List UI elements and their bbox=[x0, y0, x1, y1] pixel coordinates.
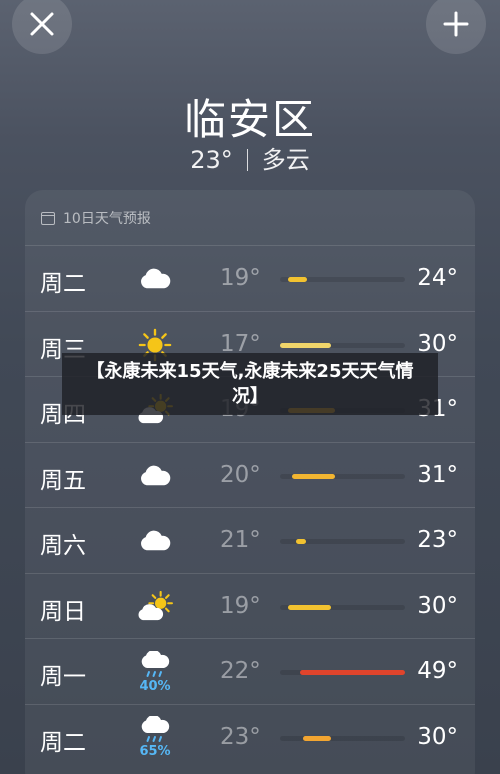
temperature-range-fill bbox=[291, 473, 335, 479]
temperature-range-bar bbox=[280, 670, 405, 675]
title-overlay: 【永康未来15天气,永康未来25天天气情况】 bbox=[62, 353, 438, 415]
forecast-row[interactable]: 周六 21° 23° bbox=[25, 507, 475, 573]
day-label: 周二 bbox=[40, 271, 86, 297]
city-name: 临安区 bbox=[183, 95, 316, 144]
forecast-row[interactable]: 周二 65% 23° 30° bbox=[25, 703, 475, 770]
cloud-icon bbox=[133, 516, 177, 566]
separator bbox=[246, 149, 248, 171]
precipitation-chance: 40% bbox=[139, 678, 171, 694]
temperature-range-bar bbox=[280, 539, 405, 544]
temperature-range-bar bbox=[280, 473, 405, 479]
low-temperature: 22° bbox=[220, 658, 261, 684]
low-temperature: 19° bbox=[220, 592, 261, 619]
temperature-range-bar bbox=[280, 277, 405, 282]
forecast-row[interactable]: 周五 20° 31° bbox=[25, 441, 475, 508]
current-temperature: 23° bbox=[190, 146, 233, 174]
day-label: 周二 bbox=[40, 729, 86, 756]
calendar-icon bbox=[41, 211, 55, 225]
high-temperature: 23° bbox=[417, 527, 458, 553]
current-summary: 23° 多云 bbox=[0, 140, 500, 175]
close-icon bbox=[30, 12, 54, 36]
temperature-range-fill bbox=[287, 277, 308, 282]
plus-icon bbox=[443, 11, 469, 37]
precipitation-chance: 65% bbox=[139, 744, 171, 759]
low-temperature: 21° bbox=[220, 527, 261, 553]
high-temperature: 49° bbox=[417, 658, 458, 684]
temperature-range-fill bbox=[295, 539, 306, 544]
partly-cloudy-icon bbox=[133, 582, 177, 632]
low-temperature: 23° bbox=[220, 723, 261, 750]
temperature-range-fill bbox=[280, 342, 331, 348]
temperature-range-fill bbox=[303, 735, 331, 741]
temperature-range-fill bbox=[287, 604, 331, 610]
high-temperature: 30° bbox=[417, 592, 458, 619]
forecast-row[interactable]: 周一 40% 22° 49° bbox=[25, 638, 475, 704]
rain-cloud-icon: 65% bbox=[133, 713, 177, 763]
day-label: 周五 bbox=[40, 467, 86, 494]
current-condition: 多云 bbox=[261, 146, 310, 174]
cloud-icon bbox=[133, 254, 177, 304]
high-temperature: 30° bbox=[417, 723, 458, 750]
forecast-header: 10日天气预报 bbox=[41, 208, 151, 228]
rain-cloud-icon: 40% bbox=[133, 647, 177, 697]
day-label: 周日 bbox=[40, 598, 86, 625]
high-temperature: 31° bbox=[417, 461, 458, 488]
day-label: 周一 bbox=[40, 664, 86, 690]
temperature-range-bar bbox=[280, 735, 405, 741]
cloud-icon bbox=[133, 451, 177, 501]
forecast-card: 10日天气预报 周二19°24°周三17°30°周四19°31°周五20°31°… bbox=[25, 190, 475, 774]
forecast-row[interactable]: 周日 19° 30° bbox=[25, 572, 475, 639]
add-button[interactable] bbox=[426, 0, 486, 54]
temperature-range-bar bbox=[280, 342, 405, 348]
forecast-title: 10日天气预报 bbox=[63, 211, 151, 227]
temperature-range-bar bbox=[280, 604, 405, 610]
close-button[interactable] bbox=[12, 0, 72, 54]
low-temperature: 19° bbox=[220, 265, 261, 291]
day-label: 周六 bbox=[40, 533, 86, 559]
low-temperature: 20° bbox=[220, 461, 261, 488]
forecast-list: 周二19°24°周三17°30°周四19°31°周五20°31°周六21°23°… bbox=[25, 245, 475, 769]
high-temperature: 24° bbox=[417, 265, 458, 291]
temperature-range-fill bbox=[299, 670, 405, 675]
forecast-row[interactable]: 周二 19° 24° bbox=[25, 245, 475, 311]
